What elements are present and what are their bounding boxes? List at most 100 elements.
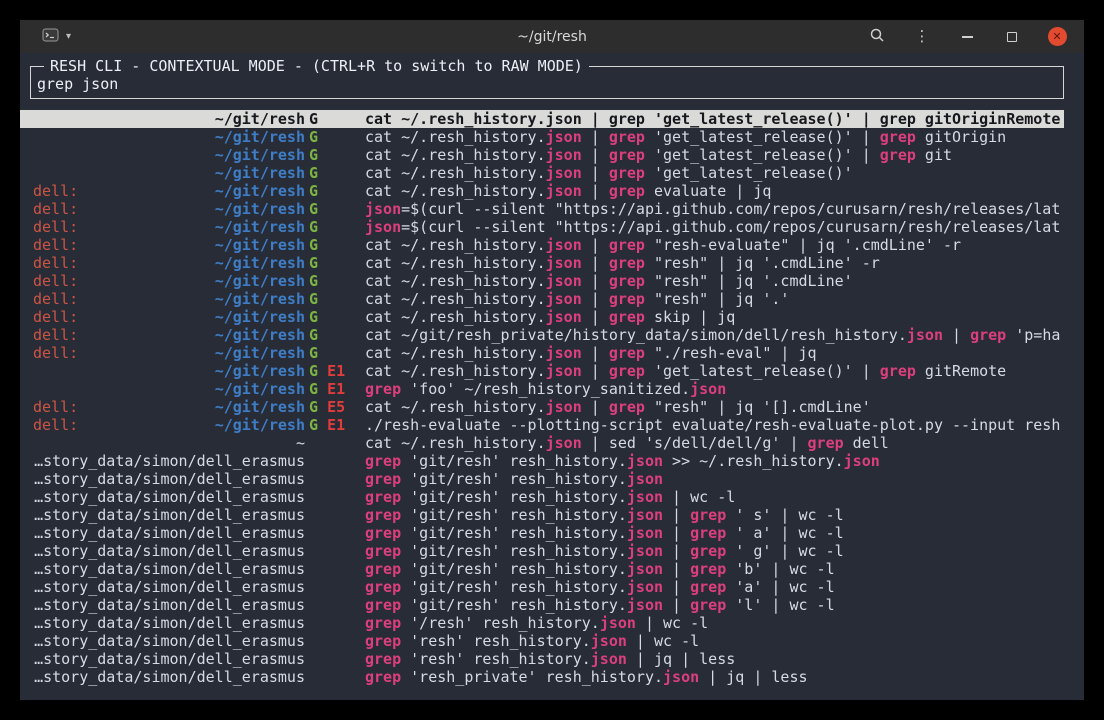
history-row[interactable]: ~/git/reshGcat ~/.resh_history.json | gr… <box>20 164 1064 182</box>
row-directory: ~/git/resh <box>215 164 305 182</box>
row-directory: …story_data/simon/dell_erasmus <box>34 632 305 650</box>
row-command: grep 'git/resh' resh_history.json | wc -… <box>365 488 735 506</box>
row-flags: G <box>309 164 353 182</box>
history-row[interactable]: ~/git/reshG E1cat ~/.resh_history.json |… <box>20 362 1064 380</box>
history-row[interactable]: dell:~/git/reshGcat ~/.resh_history.json… <box>20 236 1064 254</box>
row-directory: ~ <box>296 434 305 452</box>
new-terminal-button[interactable]: ▾ <box>20 27 71 46</box>
history-row[interactable]: …story_data/simon/dell_erasmusgrep 'git/… <box>20 524 1064 542</box>
menu-button[interactable]: ⋮ <box>912 27 932 47</box>
row-command: cat ~/.resh_history.json | grep "resh" |… <box>365 398 871 416</box>
row-host-dir: ~/git/resh <box>33 146 305 164</box>
history-row[interactable]: dell:~/git/reshGcat ~/.resh_history.json… <box>20 182 1064 200</box>
row-command: grep 'git/resh' resh_history.json | grep… <box>365 542 844 560</box>
row-command: json=$(curl --silent "https://api.github… <box>365 200 1060 218</box>
chevron-down-icon: ▾ <box>66 32 71 42</box>
row-directory: ~/git/resh <box>215 344 305 362</box>
row-command: cat ~/.resh_history.json | grep 'get_lat… <box>365 362 1006 380</box>
panel-title: RESH CLI - CONTEXTUAL MODE - (CTRL+R to … <box>44 57 589 75</box>
history-row[interactable]: dell:~/git/reshGjson=$(curl --silent "ht… <box>20 218 1064 236</box>
row-command: grep 'git/resh' resh_history.json | grep… <box>365 596 835 614</box>
history-row[interactable]: …story_data/simon/dell_erasmus grep 'git/… <box>20 542 1064 560</box>
row-directory: ~/git/resh <box>215 236 305 254</box>
row-directory: …story_data/simon/dell_erasmus <box>34 596 305 614</box>
history-row[interactable]: …story_data/simon/dell_erasmusgrep '/res… <box>20 614 1064 632</box>
row-flags: G <box>309 344 353 362</box>
history-row[interactable]: dell:~/git/reshGcat ~/.resh_history.json… <box>20 254 1064 272</box>
row-host-dir: dell:~/git/resh <box>33 308 305 326</box>
row-directory: …story_data/simon/dell_erasmus <box>34 668 305 686</box>
row-flag: G <box>309 290 318 308</box>
history-row[interactable]: dell:~/git/reshGjson=$(curl --silent "ht… <box>20 200 1064 218</box>
history-row[interactable]: …story_data/simon/dell_erasmusgrep 'resh… <box>20 650 1064 668</box>
history-row[interactable]: …story_data/simon/dell_erasmusgrep 'resh… <box>20 668 1064 686</box>
row-host: dell: <box>33 290 78 308</box>
row-flags: G <box>309 182 353 200</box>
row-directory: ~/git/resh <box>215 200 305 218</box>
minimize-button[interactable] <box>957 27 977 47</box>
history-row[interactable]: dell:~/git/reshGcat ~/.resh_history.json… <box>20 290 1064 308</box>
history-row[interactable]: dell:~/git/reshGcat ~/.resh_history.json… <box>20 308 1064 326</box>
history-row[interactable]: dell:~/git/reshGcat ~/git/resh_private/h… <box>20 326 1064 344</box>
row-host-dir: ~/git/resh <box>33 164 305 182</box>
history-row[interactable]: dell:~/git/reshGcat ~/.resh_history.json… <box>20 272 1064 290</box>
row-directory: ~/git/resh <box>215 110 305 128</box>
row-directory: …story_data/simon/dell_erasmus <box>34 506 305 524</box>
history-row[interactable]: …story_data/simon/dell_erasmusgrep 'git/… <box>20 560 1064 578</box>
history-row[interactable]: …story_data/simon/dell_erasmusgrep 'resh… <box>20 632 1064 650</box>
history-list: ~/git/reshGcat ~/.resh_history.json | gr… <box>20 110 1084 686</box>
history-row[interactable]: ~/git/reshGcat ~/.resh_history.json | gr… <box>20 110 1064 128</box>
history-row[interactable]: …story_data/simon/dell_erasmus grep 'git/… <box>20 596 1064 614</box>
history-row[interactable]: …story_data/simon/dell_erasmus grep 'git/… <box>20 506 1064 524</box>
row-flags: G E1 <box>309 380 353 398</box>
row-host-dir: dell:~/git/resh <box>33 200 305 218</box>
history-row[interactable]: …story_data/simon/dell_erasmusgrep 'git/… <box>20 470 1064 488</box>
row-flag: G <box>309 182 318 200</box>
row-host: dell: <box>33 254 78 272</box>
row-directory: …story_data/simon/dell_erasmus <box>34 524 305 542</box>
row-flags: G <box>309 218 353 236</box>
row-flags: G <box>309 110 353 128</box>
row-command: cat ~/.resh_history.json | grep 'get_lat… <box>365 146 952 164</box>
restore-button[interactable] <box>1002 27 1022 47</box>
row-flags: G <box>309 326 353 344</box>
row-host-dir: ~/git/resh <box>33 128 305 146</box>
row-host-dir: …story_data/simon/dell_erasmus <box>33 524 305 542</box>
row-flags: G <box>309 146 353 164</box>
titlebar: ▾ ~/git/resh ⋮ ✕ <box>20 20 1084 53</box>
row-host: dell: <box>33 308 78 326</box>
row-directory: ~/git/resh <box>215 182 305 200</box>
history-row[interactable]: dell:~/git/reshG E5cat ~/.resh_history.j… <box>20 398 1064 416</box>
row-host-dir: …story_data/simon/dell_erasmus <box>33 452 305 470</box>
row-host-dir: …story_data/simon/dell_erasmus <box>33 542 305 560</box>
history-row[interactable]: dell:~/git/reshG E1./resh-evaluate --plo… <box>20 416 1064 434</box>
history-row[interactable]: dell:~/git/reshGcat ~/.resh_history.json… <box>20 344 1064 362</box>
row-host: dell: <box>33 272 78 290</box>
close-button[interactable]: ✕ <box>1047 27 1067 47</box>
row-host: dell: <box>33 218 78 236</box>
history-row[interactable]: ~/git/reshGcat ~/.resh_history.json | gr… <box>20 146 1064 164</box>
history-row[interactable]: …story_data/simon/dell_erasmusgrep 'git/… <box>20 488 1064 506</box>
row-command: cat ~/.resh_history.json | grep 'get_lat… <box>365 110 1060 128</box>
row-host-dir: …story_data/simon/dell_erasmus <box>33 650 305 668</box>
history-row[interactable]: ~/git/reshGcat ~/.resh_history.json | gr… <box>20 128 1064 146</box>
history-row[interactable]: …story_data/simon/dell_erasmusgrep 'git/… <box>20 578 1064 596</box>
history-row[interactable]: ~cat ~/.resh_history.json | sed 's/dell/… <box>20 434 1064 452</box>
row-flag: G <box>309 272 318 290</box>
row-directory: …story_data/simon/dell_erasmus <box>34 650 305 668</box>
kebab-menu-icon: ⋮ <box>915 29 930 44</box>
row-host-dir: dell:~/git/resh <box>33 272 305 290</box>
row-host: dell: <box>33 182 78 200</box>
row-host-dir: …story_data/simon/dell_erasmus <box>33 560 305 578</box>
row-flags: G <box>309 236 353 254</box>
row-command: grep 'git/resh' resh_history.json | grep… <box>365 506 844 524</box>
row-host-dir: ~/git/resh <box>33 110 305 128</box>
search-button[interactable] <box>867 27 887 47</box>
row-command: cat ~/.resh_history.json | grep "resh-ev… <box>365 236 961 254</box>
row-command: cat ~/.resh_history.json | grep skip | j… <box>365 308 735 326</box>
row-command: ./resh-evaluate --plotting-script evalua… <box>365 416 1060 434</box>
row-flags: G <box>309 290 353 308</box>
row-directory: ~/git/resh <box>215 218 305 236</box>
history-row[interactable]: …story_data/simon/dell_erasmusgrep 'git/… <box>20 452 1064 470</box>
history-row[interactable]: ~/git/reshG E1grep 'foo' ~/resh_history_… <box>20 380 1064 398</box>
